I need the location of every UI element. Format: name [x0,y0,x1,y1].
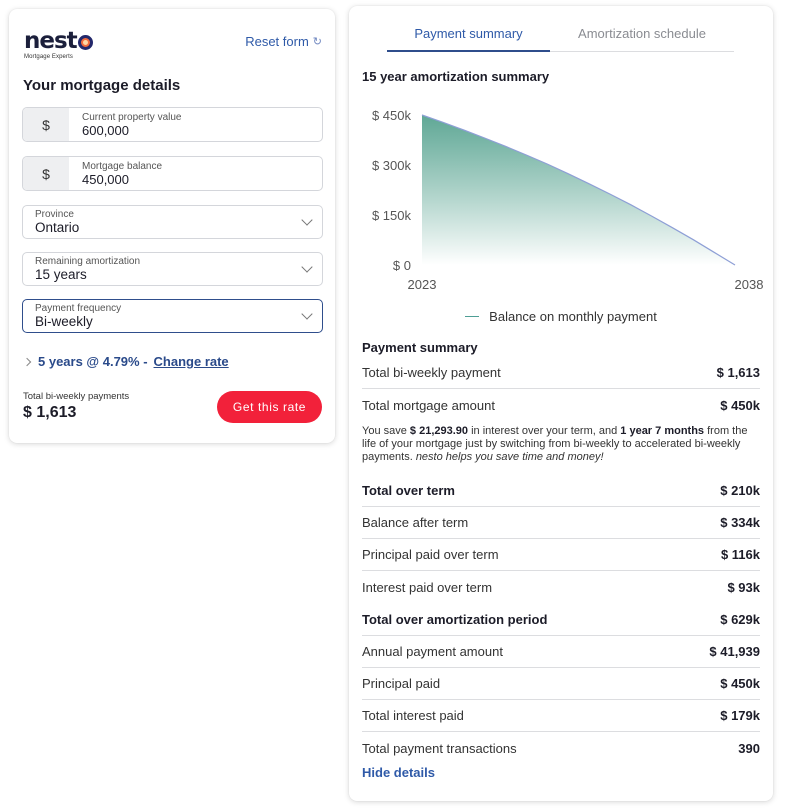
amortization-chart: $ 0 $ 150k $ 300k $ 450k 2023 2038 [372,108,764,292]
row-label: Total bi-weekly payment [362,365,501,380]
row-value: $ 93k [727,579,760,595]
get-this-rate-button[interactable]: Get this rate [217,391,322,423]
row-label: Balance after term [362,515,469,530]
summary-row: Balance after term $ 334k [362,507,760,539]
row-value: $ 1,613 [716,365,760,380]
legend-label: Balance on monthly payment [489,309,657,324]
row-value: $ 210k [720,483,760,498]
mortgage-balance-field[interactable]: $ Mortgage balance 450,000 [22,156,323,191]
mortgage-balance-label: Mortgage balance [82,161,163,172]
dollar-prefix: $ [23,157,69,190]
amortization-label: Remaining amortization [35,256,141,267]
rate-summary[interactable]: 5 years @ 4.79% - Change rate [22,354,229,369]
summary-row-heading: Total over term $ 210k [362,475,760,507]
row-label: Principal paid [362,676,441,691]
y-tick-label: $ 300k [372,158,412,173]
x-tick-label: 2038 [735,277,764,292]
y-tick-label: $ 450k [372,108,412,123]
y-tick-label: $ 150k [372,208,412,223]
row-label: Annual payment amount [362,644,503,659]
province-label: Province [35,209,74,220]
time-saved: 1 year 7 months [620,425,705,437]
row-label: Total over term [362,483,455,498]
property-value-field[interactable]: $ Current property value 600,000 [22,107,323,142]
row-value: $ 179k [720,708,760,723]
payment-frequency-label: Payment frequency [35,303,122,314]
chevron-right-icon [22,357,32,366]
payment-rows: Total bi-weekly payment $ 1,613 Total mo… [362,357,760,421]
summary-card: Payment summary Amortization schedule 15… [349,6,773,801]
row-label: Total over amortization period [362,612,548,627]
row-label: Total payment transactions [362,740,517,756]
term-rows: Total over term $ 210k Balance after ter… [362,475,760,603]
amortization-rows: Total over amortization period $ 629k An… [362,604,760,764]
summary-row: Total interest paid $ 179k [362,700,760,732]
dollar-prefix: $ [23,108,69,141]
summary-row: Principal paid $ 450k [362,668,760,700]
reset-form-button[interactable]: Reset form ↻ [245,34,322,49]
row-label: Total interest paid [362,708,464,723]
amortization-select[interactable]: Remaining amortization 15 years [22,252,323,286]
tab-amortization-schedule[interactable]: Amortization schedule [550,24,734,52]
summary-row-heading: Total over amortization period $ 629k [362,604,760,636]
refresh-icon: ↻ [312,36,322,48]
summary-row: Interest paid over term $ 93k [362,571,760,603]
row-label: Total mortgage amount [362,397,495,413]
row-value: $ 116k [720,547,760,562]
change-rate-link[interactable]: Change rate [154,354,229,369]
savings-note: You save $ 21,293.90 in interest over yo… [362,425,762,464]
row-value: $ 450k [720,397,760,413]
reset-form-label: Reset form [245,34,309,49]
note-text: in interest over your term, and [468,425,621,437]
row-label: Interest paid over term [362,579,493,595]
summary-row: Principal paid over term $ 116k [362,539,760,571]
tab-payment-summary[interactable]: Payment summary [387,24,550,52]
hide-details-link[interactable]: Hide details [362,765,435,780]
logo-tagline: Mortgage Experts [24,54,73,60]
payment-frequency-value: Bi-weekly [35,314,93,329]
summary-row: Total payment transactions 390 [362,732,760,764]
row-label: Principal paid over term [362,547,499,562]
mortgage-balance-input[interactable]: 450,000 [82,172,162,187]
row-value: $ 334k [720,515,760,530]
rate-text: 5 years @ 4.79% - [38,354,148,369]
chart-legend: Balance on monthly payment [349,309,773,324]
province-value: Ontario [35,220,80,235]
note-tagline: nesto helps you save time and money! [415,451,604,463]
province-select[interactable]: Province Ontario [22,205,323,239]
summary-row: Total bi-weekly payment $ 1,613 [362,357,760,389]
mortgage-details-card: nest Mortgage Experts Reset form ↻ Your … [9,9,335,443]
total-payments-label: Total bi-weekly payments [23,391,130,402]
y-tick-label: $ 0 [393,258,411,273]
chart-title: 15 year amortization summary [362,69,550,84]
summary-row: Annual payment amount $ 41,939 [362,636,760,668]
row-value: 390 [738,740,760,756]
row-value: $ 450k [720,676,760,691]
section-title: Your mortgage details [23,77,181,94]
savings-amount: $ 21,293.90 [409,425,469,437]
total-payments-value: $ 1,613 [23,404,77,421]
note-text: You save [362,425,410,437]
summary-tabs: Payment summary Amortization schedule [387,24,734,52]
amortization-value: 15 years [35,267,87,282]
payment-summary-title: Payment summary [362,340,478,355]
summary-row: Total mortgage amount $ 450k [362,389,760,421]
property-value-label: Current property value [82,112,182,123]
balance-area [422,115,735,265]
logo-wordmark: nest [24,28,78,54]
payment-frequency-select[interactable]: Payment frequency Bi-weekly [22,299,323,333]
row-value: $ 41,939 [709,644,760,659]
row-value: $ 629k [720,612,760,627]
property-value-input[interactable]: 600,000 [82,123,182,138]
nesto-logo: nest Mortgage Experts [24,29,104,63]
logo-target-icon [77,34,93,50]
x-tick-label: 2023 [408,277,437,292]
legend-swatch [465,315,480,318]
